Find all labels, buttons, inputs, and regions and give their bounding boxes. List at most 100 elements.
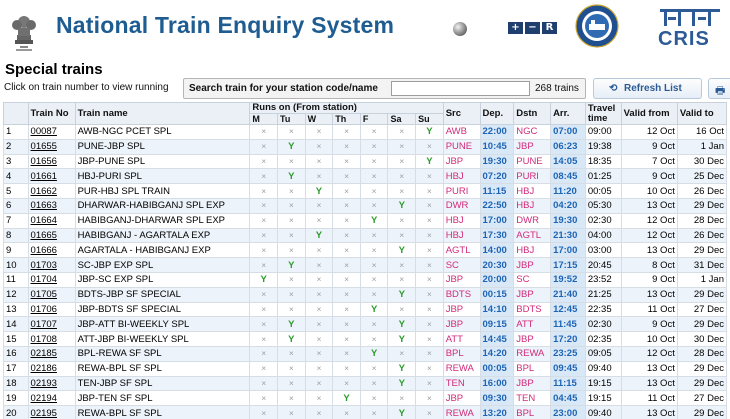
valid-to: 28 Dec bbox=[676, 212, 728, 229]
off-day-mark: × bbox=[249, 138, 279, 155]
arrival-time: 14:05 bbox=[550, 153, 586, 170]
off-day-mark: × bbox=[387, 168, 417, 185]
off-day-mark: × bbox=[332, 168, 361, 185]
table-header-row: Train No Train name Runs on (From statio… bbox=[3, 102, 728, 125]
destination-station: JBP bbox=[513, 375, 552, 392]
off-day-mark: × bbox=[249, 390, 279, 407]
off-day-mark: × bbox=[277, 197, 306, 214]
arrival-time: 23:25 bbox=[550, 345, 586, 362]
train-number-link[interactable]: 01706 bbox=[31, 304, 57, 315]
departure-time: 20:00 bbox=[479, 271, 515, 288]
train-number-link[interactable]: 01663 bbox=[31, 200, 57, 211]
off-day-mark: × bbox=[277, 227, 306, 244]
train-number-link[interactable]: 01665 bbox=[31, 230, 57, 241]
table-row: 15 01708 ATT-JBP BI-WEEKLY SPL × Y × × × Y × ATT 14… bbox=[3, 331, 728, 347]
off-day-mark: × bbox=[249, 124, 279, 140]
off-day-mark: × bbox=[304, 331, 334, 347]
increase-font-button[interactable]: + bbox=[508, 22, 523, 34]
off-day-mark: × bbox=[304, 124, 334, 140]
source-station: JBP bbox=[442, 153, 481, 170]
off-day-mark: × bbox=[249, 375, 279, 392]
source-station: AGTL bbox=[442, 242, 481, 259]
source-station: JBP bbox=[442, 390, 481, 407]
col-day-w: W bbox=[304, 113, 334, 125]
destination-station: AGTL bbox=[513, 227, 552, 244]
train-name: PUNE-JBP SPL bbox=[74, 138, 251, 155]
train-count: 268 trains bbox=[535, 83, 579, 94]
source-station: JBP bbox=[442, 301, 481, 318]
train-name: PUR-HBJ SPL TRAIN bbox=[74, 183, 251, 199]
table-row: 20 02195 REWA-BPL SF SPL × × × × × Y × REWA 13:20 BP… bbox=[3, 405, 728, 419]
runs-day-mark: Y bbox=[277, 257, 306, 273]
train-name: JBP-SC EXP SPL bbox=[74, 271, 251, 288]
train-number-link[interactable]: 02194 bbox=[31, 393, 57, 404]
off-day-mark: × bbox=[304, 375, 334, 392]
off-day-mark: × bbox=[359, 271, 389, 288]
off-day-mark: × bbox=[249, 168, 279, 185]
train-number-link[interactable]: 01655 bbox=[31, 141, 57, 152]
row-sno: 2 bbox=[3, 138, 29, 155]
train-number-link[interactable]: 01656 bbox=[31, 156, 57, 167]
search-input[interactable] bbox=[391, 81, 530, 96]
train-number-cell: 01704 bbox=[27, 271, 76, 288]
train-number-link[interactable]: 01666 bbox=[31, 245, 57, 256]
travel-time: 09:00 bbox=[584, 124, 622, 140]
train-number-link[interactable]: 01661 bbox=[31, 171, 57, 182]
valid-from: 10 Oct bbox=[620, 183, 678, 199]
valid-to: 25 Dec bbox=[676, 168, 728, 185]
train-name: BDTS-JBP SF SPECIAL bbox=[74, 286, 251, 303]
train-number-link[interactable]: 02193 bbox=[31, 378, 57, 389]
train-number-link[interactable]: 02185 bbox=[31, 348, 57, 359]
off-day-mark: × bbox=[332, 138, 361, 155]
decrease-font-button[interactable]: − bbox=[525, 22, 540, 34]
off-day-mark: × bbox=[359, 375, 389, 392]
train-number-link[interactable]: 00087 bbox=[31, 126, 57, 137]
refresh-list-button[interactable]: ⟲ Refresh List bbox=[593, 78, 702, 99]
print-button[interactable]: 🖶 bbox=[708, 78, 730, 99]
off-day-mark: × bbox=[277, 271, 306, 288]
train-number-link[interactable]: 01662 bbox=[31, 186, 57, 197]
off-day-mark: × bbox=[249, 183, 279, 199]
source-station: PUNE bbox=[442, 138, 481, 155]
train-number-link[interactable]: 01664 bbox=[31, 215, 57, 226]
departure-time: 00:05 bbox=[479, 360, 515, 377]
arrival-time: 17:00 bbox=[550, 242, 586, 259]
train-number-link[interactable]: 01707 bbox=[31, 319, 57, 330]
destination-station: HBJ bbox=[513, 197, 552, 214]
off-day-mark: × bbox=[277, 390, 306, 407]
reset-font-button[interactable]: R bbox=[542, 22, 557, 34]
arrival-time: 12:45 bbox=[550, 301, 586, 318]
train-number-link[interactable]: 01703 bbox=[31, 260, 57, 271]
train-name: REWA-BPL SF SPL bbox=[74, 405, 251, 419]
off-day-mark: × bbox=[415, 331, 444, 347]
table-row: 16 02185 BPL-REWA SF SPL × × × × Y × × BPL 14:20 REW… bbox=[3, 345, 728, 362]
off-day-mark: × bbox=[249, 331, 279, 347]
departure-time: 13:20 bbox=[479, 405, 515, 419]
runs-day-mark: Y bbox=[387, 316, 417, 333]
train-number-link[interactable]: 02186 bbox=[31, 363, 57, 374]
off-day-mark: × bbox=[415, 301, 444, 318]
table-row: 18 02193 TEN-JBP SF SPL × × × × × Y × TEN 16:00 JBP 1… bbox=[3, 375, 728, 392]
runs-day-mark: Y bbox=[387, 286, 417, 303]
arrival-time: 17:15 bbox=[550, 257, 586, 273]
off-day-mark: × bbox=[415, 375, 444, 392]
runs-day-mark: Y bbox=[387, 197, 417, 214]
arrival-time: 11:15 bbox=[550, 375, 586, 392]
train-number-link[interactable]: 01708 bbox=[31, 334, 57, 345]
off-day-mark: × bbox=[249, 227, 279, 244]
train-number-link[interactable]: 01704 bbox=[31, 274, 57, 285]
arrival-time: 17:20 bbox=[550, 331, 586, 347]
off-day-mark: × bbox=[332, 124, 361, 140]
row-sno: 6 bbox=[3, 197, 29, 214]
row-sno: 17 bbox=[3, 360, 29, 377]
row-sno: 5 bbox=[3, 183, 29, 199]
off-day-mark: × bbox=[415, 242, 444, 259]
off-day-mark: × bbox=[332, 301, 361, 318]
train-number-link[interactable]: 02195 bbox=[31, 408, 57, 419]
train-number-link[interactable]: 01705 bbox=[31, 289, 57, 300]
off-day-mark: × bbox=[359, 242, 389, 259]
source-station: PURI bbox=[442, 183, 481, 199]
row-sno: 11 bbox=[3, 271, 29, 288]
language-globe-icon[interactable] bbox=[453, 22, 467, 36]
off-day-mark: × bbox=[415, 227, 444, 244]
